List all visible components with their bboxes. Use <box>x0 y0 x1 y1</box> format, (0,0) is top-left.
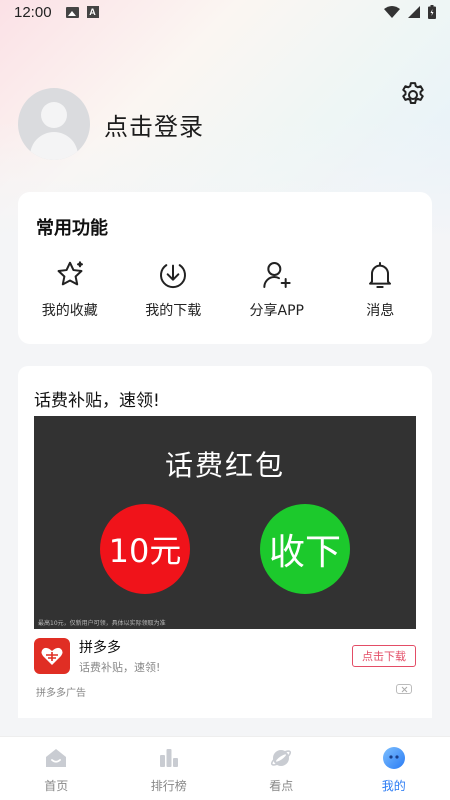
tab-discover-label: 看点 <box>269 779 294 793</box>
downloads-label: 我的下载 <box>145 303 202 319</box>
status-time: 12:00 <box>14 3 52 21</box>
text-notification-icon: A <box>86 6 99 18</box>
ad-source-label: 拼多多广告 <box>36 688 86 699</box>
tab-ranking[interactable]: 排行榜 <box>113 737 226 800</box>
ranking-icon <box>159 749 178 767</box>
profile-header[interactable]: 点击登录 <box>18 88 204 160</box>
favorites-button[interactable]: 我的收藏 <box>18 258 122 320</box>
close-icon <box>401 686 407 692</box>
avatar-body-icon <box>30 132 78 160</box>
login-link[interactable]: 点击登录 <box>104 107 204 142</box>
home-icon <box>46 749 67 767</box>
star-icon <box>57 261 83 286</box>
tab-mine-label: 我的 <box>381 779 406 793</box>
avatar[interactable] <box>18 88 90 160</box>
heart-logo-icon <box>41 647 63 665</box>
bell-icon <box>369 262 392 288</box>
wifi-icon <box>384 6 400 18</box>
share-user-icon <box>263 262 291 288</box>
download-icon <box>160 264 187 289</box>
downloads-button[interactable]: 我的下载 <box>122 258 226 320</box>
messages-label: 消息 <box>366 303 395 319</box>
tab-ranking-label: 排行榜 <box>150 779 187 793</box>
ad-card: 话费补贴，速领! 话费红包 10元 收下 最高10元，仅新用户可领，具体以实际领… <box>18 366 432 718</box>
settings-button[interactable] <box>396 78 430 112</box>
tab-home[interactable]: 首页 <box>0 737 113 800</box>
planet-icon <box>271 750 292 766</box>
tab-home-label: 首页 <box>44 779 69 793</box>
app-description: 话费补贴，速领! <box>79 661 161 674</box>
tab-mine[interactable]: 我的 <box>338 737 450 800</box>
messages-button[interactable]: 消息 <box>329 258 433 320</box>
gear-icon <box>402 82 424 104</box>
signal-icon <box>408 6 420 18</box>
bottom-tab-bar: 首页 排行榜 看点 我的 <box>0 736 450 800</box>
profile-face-icon <box>382 747 405 769</box>
tab-discover[interactable]: 看点 <box>225 737 338 800</box>
download-button[interactable]: 点击下载 <box>352 645 416 667</box>
ad-app-row[interactable]: 拼多多 话费补贴，速领! 点击下载 <box>34 638 416 674</box>
ad-close-button[interactable] <box>396 684 412 694</box>
banner-fine-print: 最高10元，仅新用户可领，具体以实际领取为准 <box>38 620 166 627</box>
status-bar: 12:00 A <box>0 0 450 24</box>
app-name: 拼多多 <box>79 640 121 656</box>
ad-banner[interactable]: 话费红包 10元 收下 最高10元，仅新用户可领，具体以实际领取为准 <box>34 416 416 629</box>
ad-title: 话费补贴，速领! <box>34 391 160 411</box>
accept-circle[interactable]: 收下 <box>260 504 350 594</box>
share-app-button[interactable]: 分享APP <box>225 258 329 320</box>
red-amount-circle: 10元 <box>100 504 190 594</box>
avatar-head-icon <box>41 102 67 128</box>
common-functions-title: 常用功能 <box>36 218 108 239</box>
share-app-label: 分享APP <box>249 303 304 319</box>
image-notification-icon <box>65 6 79 18</box>
battery-icon <box>428 5 436 19</box>
banner-heading: 话费红包 <box>164 449 285 482</box>
common-functions-card: 常用功能 我的收藏 我的下载 分享APP 消息 <box>18 192 432 344</box>
favorites-label: 我的收藏 <box>41 303 98 319</box>
pinduoduo-logo-icon <box>34 638 70 674</box>
